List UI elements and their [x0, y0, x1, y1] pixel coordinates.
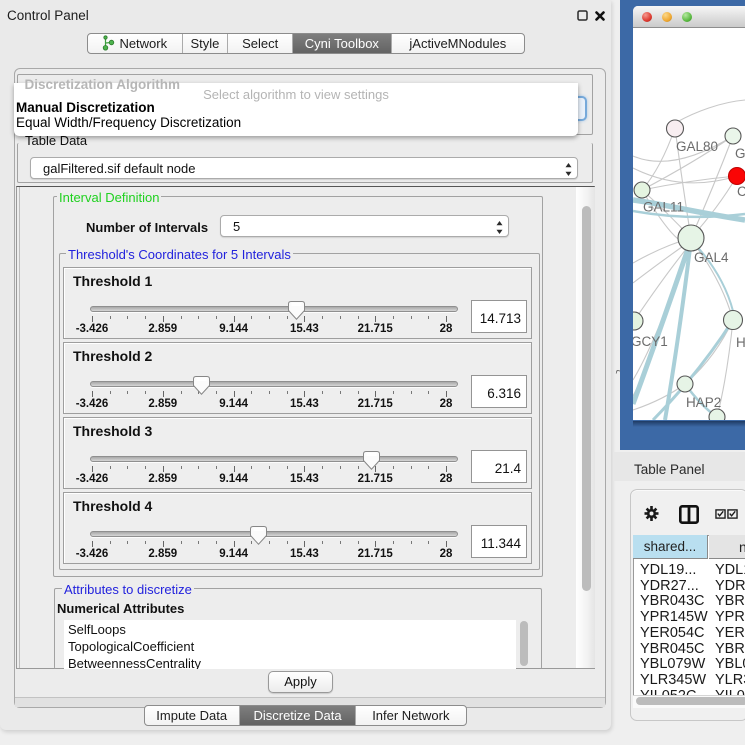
svg-text:GAL80: GAL80 [676, 139, 718, 154]
svg-text:GAL11: GAL11 [643, 200, 684, 215]
svg-text:HAP2: HAP2 [686, 395, 721, 410]
svg-text:C: C [737, 184, 745, 199]
svg-text:HA: HA [736, 335, 745, 350]
svg-text:GCY1: GCY1 [633, 334, 668, 349]
svg-text:GAL4: GAL4 [694, 250, 729, 265]
svg-text:GA: GA [735, 146, 745, 161]
